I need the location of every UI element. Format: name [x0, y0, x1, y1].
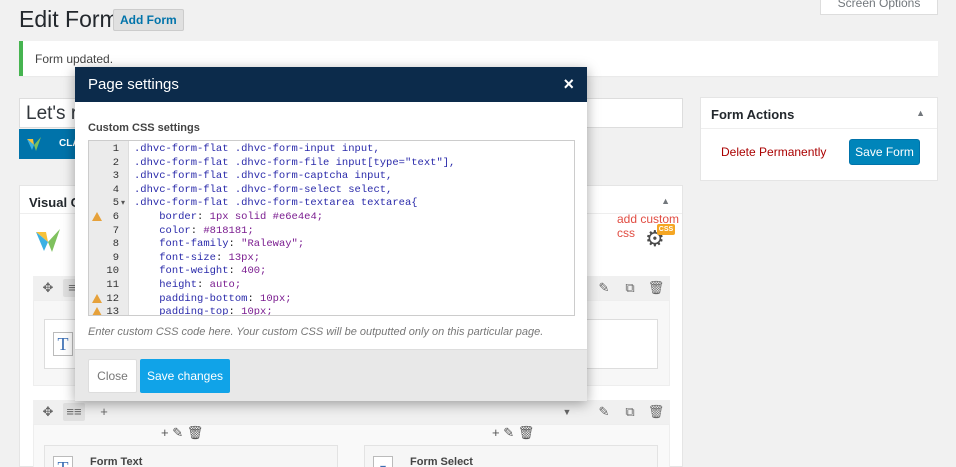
code-text: font-family: "Raleway";: [159, 238, 305, 251]
save-changes-button[interactable]: Save changes: [140, 359, 230, 393]
code-text: .dhvc-form-flat .dhvc-form-captcha input…: [134, 170, 393, 183]
code-line: 9 font-size: 13px;: [89, 251, 574, 266]
form-actions-collapse-icon[interactable]: ▲: [916, 108, 925, 118]
delete-icon[interactable]: 🗑: [647, 403, 665, 421]
form-select-icon: ▾: [373, 456, 393, 467]
column-controls[interactable]: + ✎ 🗑: [492, 425, 534, 441]
css-code-editor[interactable]: 1 .dhvc-form-flat .dhvc-form-input input,…: [88, 140, 575, 316]
vc-logo-small-icon: [27, 137, 41, 151]
form-text-element[interactable]: T Form Text: [44, 445, 338, 467]
screen-options-button[interactable]: Screen Options: [820, 0, 938, 15]
vc-row-controls: ✥ ≡≡ + ▼ ✎ ⧉ 🗑: [33, 400, 670, 424]
move-icon[interactable]: ✥: [39, 279, 57, 297]
line-number: 10: [106, 265, 119, 278]
form-title-value: Let's r: [26, 103, 78, 124]
add-form-button[interactable]: Add Form: [113, 9, 184, 31]
code-text: font-size: 13px;: [159, 251, 261, 264]
vc-panel-title: Visual C: [29, 195, 81, 210]
code-text: .dhvc-form-flat .dhvc-form-select select…: [134, 183, 393, 196]
code-line: 1 .dhvc-form-flat .dhvc-form-input input,: [89, 143, 574, 157]
line-number: 6: [112, 211, 119, 223]
text-element-icon: T: [53, 332, 73, 356]
modal-header: Page settings ×: [75, 67, 587, 102]
form-actions-title: Form Actions: [711, 107, 795, 122]
page-settings-modal: Page settings × Custom CSS settings 1 .dh…: [75, 67, 587, 401]
modal-title: Page settings: [88, 76, 179, 93]
add-column-icon[interactable]: +: [95, 403, 113, 421]
code-text: font-weight: 400;: [159, 265, 267, 278]
edit-icon[interactable]: ✎: [595, 279, 613, 297]
save-form-button[interactable]: Save Form: [849, 139, 920, 165]
line-number: 13: [106, 306, 119, 316]
modal-footer: Close Save changes: [75, 349, 587, 401]
code-text: .dhvc-form-flat .dhvc-form-file input[ty…: [134, 156, 456, 169]
code-line: 13 padding-top: 10px;: [89, 306, 574, 316]
code-text: .dhvc-form-flat .dhvc-form-input input,: [134, 143, 380, 155]
code-line: 5 ▾ .dhvc-form-flat .dhvc-form-textarea te…: [89, 197, 574, 211]
column-controls[interactable]: + ✎ 🗑: [161, 425, 203, 441]
custom-css-section-label: Custom CSS settings: [88, 122, 200, 134]
edit-icon[interactable]: ✎: [595, 403, 613, 421]
code-line: 8 font-family: "Raleway";: [89, 238, 574, 252]
code-text: padding-top: 10px;: [159, 306, 273, 316]
vc-collapse-icon[interactable]: ▲: [661, 196, 670, 206]
code-text: border: 1px solid #e6e4e4;: [159, 211, 324, 223]
fold-toggle-icon[interactable]: ▾: [121, 197, 125, 211]
code-line: 10 font-weight: 400;: [89, 265, 574, 279]
line-number: 8: [112, 238, 119, 251]
line-number: 9: [112, 251, 119, 264]
code-line: 11 height: auto;: [89, 279, 574, 293]
line-number: 11: [106, 279, 119, 291]
notice-text: Form updated.: [35, 52, 114, 66]
form-actions-divider: [701, 128, 937, 129]
code-line: 6 border: 1px solid #e6e4e4;: [89, 211, 574, 225]
line-number: 3: [112, 170, 119, 183]
close-button[interactable]: Close: [88, 359, 137, 393]
code-text: color: #818181;: [159, 224, 254, 237]
layout-icon[interactable]: ≡≡: [63, 403, 85, 421]
form-select-label: Form Select: [410, 456, 473, 467]
line-number: 4: [112, 183, 119, 196]
form-text-label: Form Text: [90, 456, 143, 467]
close-icon[interactable]: ×: [563, 74, 574, 95]
line-number: 2: [112, 156, 119, 169]
delete-icon[interactable]: 🗑: [647, 279, 665, 297]
code-text: .dhvc-form-flat .dhvc-form-textarea text…: [134, 197, 418, 210]
line-number: 7: [112, 224, 119, 237]
custom-css-button[interactable]: ⚙ CSS: [643, 224, 677, 256]
line-number: 12: [106, 292, 119, 305]
custom-css-hint: Enter custom CSS code here. Your custom …: [88, 326, 544, 338]
css-badge: CSS: [657, 224, 675, 235]
delete-permanently-link[interactable]: Delete Permanently: [721, 145, 826, 159]
vc-logo-icon[interactable]: [34, 226, 62, 254]
form-text-icon: T: [53, 456, 73, 467]
code-line: 3 .dhvc-form-flat .dhvc-form-captcha inpu…: [89, 170, 574, 184]
move-icon[interactable]: ✥: [39, 403, 57, 421]
page-title: Edit Form: [19, 6, 119, 32]
form-select-element[interactable]: ▾ Form Select: [364, 445, 658, 467]
line-number: 1: [112, 143, 119, 155]
clone-icon[interactable]: ⧉: [621, 279, 639, 297]
form-actions-box: Form Actions ▲ Delete Permanently Save F…: [700, 97, 938, 181]
code-text: padding-bottom: 10px;: [159, 292, 292, 305]
vc-row-body: + ✎ 🗑 + ✎ 🗑 T Form Text ▾ Form Select: [33, 424, 670, 467]
code-text: height: auto;: [159, 279, 242, 291]
code-line: 4 .dhvc-form-flat .dhvc-form-select selec…: [89, 183, 574, 198]
code-line: 12 padding-bottom: 10px;: [89, 292, 574, 307]
code-line: 2 .dhvc-form-flat .dhvc-form-file input[t…: [89, 156, 574, 171]
clone-icon[interactable]: ⧉: [621, 403, 639, 421]
line-number: 5: [112, 197, 119, 210]
collapse-row-icon[interactable]: ▼: [558, 403, 576, 421]
code-line: 7 color: #818181;: [89, 224, 574, 239]
